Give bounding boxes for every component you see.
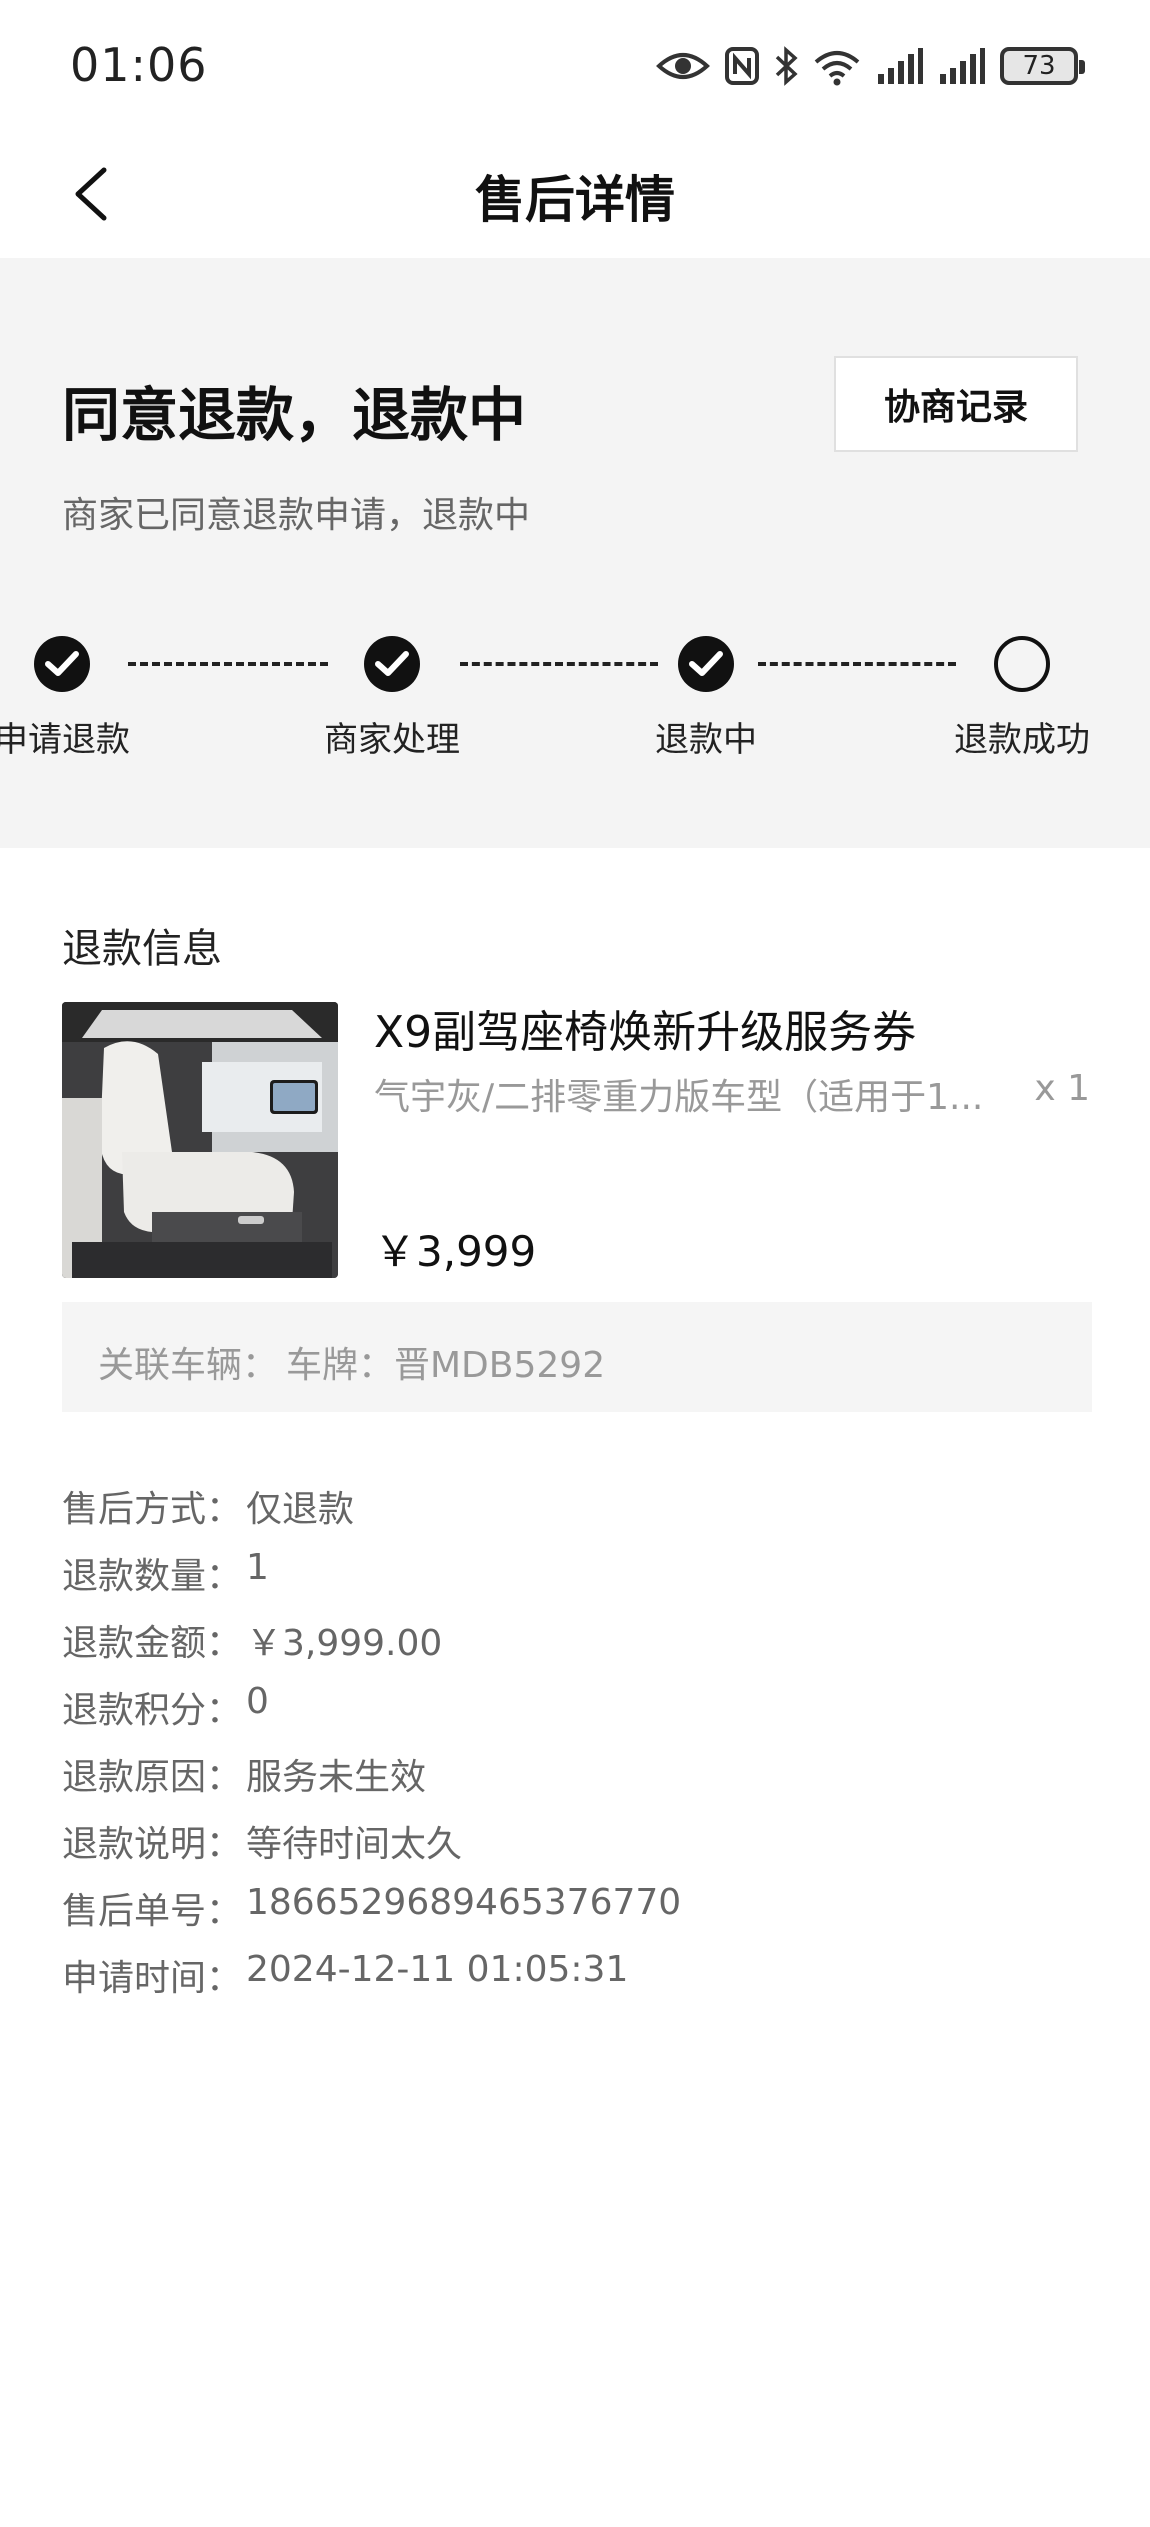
detail-row-points: 退款积分： 0 [62,1681,1092,1748]
detail-key: 退款数量： [62,1556,243,1597]
status-title: 同意退款，退款中 [62,381,527,449]
step-pending-icon [994,636,1050,692]
step-connector [758,662,956,666]
signal-icon [940,48,985,84]
negotiation-record-button[interactable]: 协商记录 [834,356,1078,452]
product-name: X9副驾座椅焕新升级服务券 [374,1007,917,1058]
product-quantity: x 1 [1034,1068,1090,1109]
nfc-icon [725,47,759,85]
car-seat-image [62,1002,338,1278]
step-done-icon [364,636,420,692]
detail-row-order-number: 售后单号： 1866529689465376770 [62,1882,1092,1949]
detail-key: 退款说明： [62,1824,243,1865]
detail-row-description: 退款说明： 等待时间太久 [62,1815,1092,1882]
detail-value: 仅退款 [246,1489,355,1530]
detail-key: 申请时间： [62,1958,243,1999]
status-icons: 73 [656,38,1085,94]
step-connector [128,662,328,666]
step-done-icon [678,636,734,692]
eye-icon [656,53,710,79]
linked-vehicle: 关联车辆： 车牌：晋MDB5292 [62,1302,1092,1412]
detail-row-amount: 退款金额： ￥3,999.00 [62,1614,1092,1681]
signal-icon [878,48,923,84]
status-subtitle: 商家已同意退款申请，退款中 [62,495,531,536]
linked-vehicle-label: 关联车辆： [98,1345,279,1386]
detail-value: 等待时间太久 [246,1824,463,1865]
detail-row-quantity: 退款数量： 1 [62,1547,1092,1614]
detail-key: 退款原因： [62,1757,243,1798]
step-label: 商家处理 [324,720,460,760]
page-title: 售后详情 [475,171,675,229]
detail-value: 服务未生效 [246,1757,427,1798]
detail-key: 退款积分： [62,1690,243,1731]
status-time: 01:06 [70,38,208,92]
step-label: 退款成功 [954,720,1090,760]
step-label: 退款中 [655,720,757,760]
nav-bar: 售后详情 [0,130,1150,258]
refund-info-title: 退款信息 [62,926,222,972]
step-label: 申请退款 [0,720,130,760]
linked-vehicle-plate: 车牌：晋MDB5292 [286,1345,606,1386]
detail-key: 退款金额： [62,1623,243,1664]
detail-key: 售后方式： [62,1489,243,1530]
detail-value: 1 [246,1547,269,1588]
detail-value: ￥3,999.00 [246,1623,443,1664]
status-bar: 01:06 73 [0,0,1150,130]
battery-icon: 73 [1000,47,1085,85]
battery-level: 73 [1022,51,1056,81]
progress-steps: 申请退款 商家处理 退款中 退款成功 [0,636,1150,786]
detail-key: 售后单号： [62,1891,243,1932]
bluetooth-icon [775,46,798,86]
detail-row-reason: 退款原因： 服务未生效 [62,1748,1092,1815]
product-price: ￥3,999 [374,1227,537,1276]
step-done-icon [34,636,90,692]
detail-value: 0 [246,1681,269,1722]
detail-row-method: 售后方式： 仅退款 [62,1480,1092,1547]
wifi-icon [814,51,860,86]
detail-value: 1866529689465376770 [246,1882,682,1923]
product-spec: 气宇灰/二排零重力版车型（适用于1... [374,1077,984,1118]
detail-row-apply-time: 申请时间： 2024-12-11 01:05:31 [62,1949,1092,2016]
product-image [62,1002,338,1278]
detail-value: 2024-12-11 01:05:31 [246,1949,629,1990]
refund-details: 售后方式： 仅退款 退款数量： 1 退款金额： ￥3,999.00 退款积分： … [62,1480,1092,2016]
refund-status-panel: 同意退款，退款中 商家已同意退款申请，退款中 协商记录 申请退款 商家处理 退款… [0,258,1150,848]
step-connector [460,662,658,666]
